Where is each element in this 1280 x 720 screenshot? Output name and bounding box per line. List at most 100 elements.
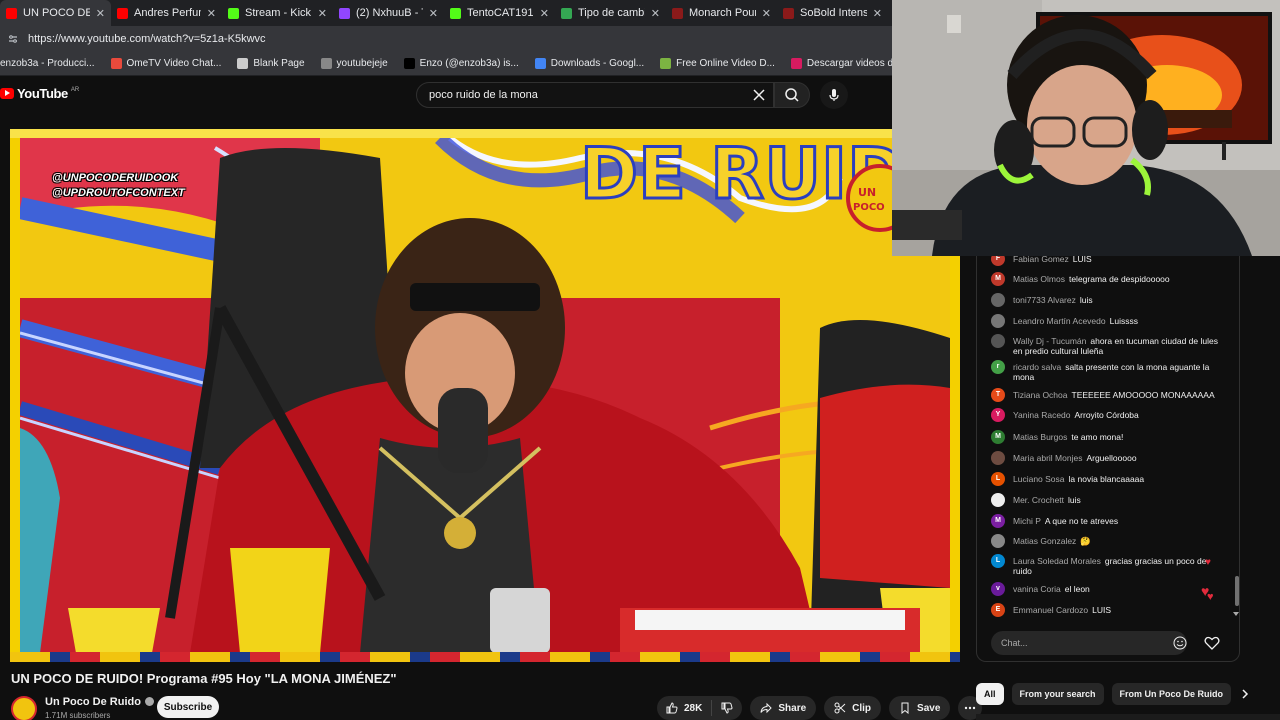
chat-input[interactable]: Chat... [991,631,1187,655]
browser-tab[interactable]: TentoCAT1913 St ✕ [444,0,555,26]
chat-author-name[interactable]: Emmanuel Cardozo [1013,605,1088,615]
chat-author-avatar[interactable]: L [991,472,1005,486]
url-text[interactable]: https://www.youtube.com/watch?v=5z1a-K5k… [28,33,266,45]
clip-button[interactable]: Clip [824,696,882,720]
bookmark-item[interactable]: Blank Page [237,58,305,69]
bookmark-item[interactable]: Enzo (@enzob3a) is... [403,58,519,69]
close-tab-icon[interactable]: ✕ [318,7,327,20]
chat-message[interactable]: M Matias Olmos telegrama de despidooooo [991,272,1223,286]
chat-author-name[interactable]: Mer. Crochett [1013,495,1064,505]
chat-author-name[interactable]: Matias Olmos [1013,274,1065,284]
like-button[interactable]: 28K [657,696,711,720]
chat-author-name[interactable]: Laura Soledad Morales [1013,556,1101,566]
chat-message[interactable]: Leandro Martín Acevedo Luissss [991,314,1223,328]
dislike-button[interactable] [712,696,742,720]
chat-author-name[interactable]: Leandro Martín Acevedo [1013,316,1106,326]
browser-tab[interactable]: SoBold Intense F ✕ [777,0,888,26]
chat-author-avatar[interactable] [991,534,1005,548]
chat-message[interactable]: F Fabian Gomez LUIS [991,256,1223,266]
chat-message[interactable]: v vanina Coria el leon [991,582,1223,596]
share-button[interactable]: Share [750,696,817,720]
chat-scroll-down-arrow[interactable] [1233,612,1239,616]
bookmark-item[interactable]: enzob3a - Producci... [0,58,95,69]
chat-message[interactable]: L Laura Soledad Morales gracias gracias un… [991,554,1223,576]
chat-author-avatar[interactable]: v [991,582,1005,596]
chat-author-avatar[interactable]: M [991,514,1005,528]
chip-from-your-search[interactable]: From your search [1011,683,1104,705]
chat-author-name[interactable]: ricardo salva [1013,362,1061,372]
clear-search-icon[interactable] [750,86,768,104]
chat-author-avatar[interactable] [991,493,1005,507]
chat-message[interactable]: Maria abril Monjes Arguellooooo [991,451,1223,465]
bookmark-item[interactable]: OmeTV Video Chat... [110,58,221,69]
chat-author-name[interactable]: Michi P [1013,516,1041,526]
bookmark-item[interactable]: youtubejeje [320,58,388,69]
browser-tab[interactable]: UN POCO DE ✕ [0,0,111,26]
chip-from-channel[interactable]: From Un Poco De Ruido [1111,683,1232,705]
chat-author-name[interactable]: Luciano Sosa [1013,474,1065,484]
chat-message[interactable]: r ricardo salva salta presente con la mona… [991,360,1223,382]
chat-author-name[interactable]: Tiziana Ochoa [1013,390,1068,400]
close-tab-icon[interactable]: ✕ [762,7,771,20]
chevron-right-icon[interactable] [1239,688,1251,700]
browser-tab[interactable]: (2) NxhuuB - Twi ✕ [333,0,444,26]
channel-name[interactable]: Un Poco De Ruido [45,696,141,708]
chat-author-avatar[interactable]: T [991,388,1005,402]
close-tab-icon[interactable]: ✕ [207,7,216,20]
chat-author-name[interactable]: Wally Dj - Tucumán [1013,336,1086,346]
chat-message[interactable]: Y Yanina Racedo Arroyito Córdoba [991,408,1223,422]
chat-author-avatar[interactable]: M [991,272,1005,286]
bookmark-item[interactable]: Downloads - Googl... [534,58,644,69]
chip-all[interactable]: All [976,683,1004,705]
chat-message[interactable]: T Tiziana Ochoa TEEEEEE AMOOOOO MONAAAAAA [991,388,1223,402]
chat-message[interactable]: L Luciano Sosa la novia blancaaaaa [991,472,1223,486]
search-input[interactable]: poco ruido de la mona [416,82,774,108]
search-button[interactable] [774,82,810,108]
close-tab-icon[interactable]: ✕ [540,7,549,20]
chat-author-avatar[interactable]: E [991,603,1005,617]
chat-message[interactable]: M Michi PA que no te atreves [991,514,1223,528]
chat-author-name[interactable]: Yanina Racedo [1013,410,1071,420]
chat-message[interactable]: E Emmanuel Cardozo LUIS [991,603,1223,617]
chat-author-name[interactable]: toni7733 Alvarez [1013,295,1076,305]
save-button[interactable]: Save [889,696,951,720]
chat-author-avatar[interactable] [991,314,1005,328]
chat-author-avatar[interactable]: r [991,360,1005,374]
bookmark-item[interactable]: Descargar videos de... [790,58,907,69]
chat-message[interactable]: M Matias Burgos te amo mona! [991,430,1223,444]
browser-tab[interactable]: Tipo de cambio ✕ [555,0,666,26]
chat-author-name[interactable]: Fabian Gomez [1013,256,1069,264]
browser-tab[interactable]: Stream - Kick Da ✕ [222,0,333,26]
site-info-icon[interactable] [8,34,18,44]
chat-scrollbar-thumb[interactable] [1235,576,1239,606]
close-tab-icon[interactable]: ✕ [429,7,438,20]
chat-author-name[interactable]: Maria abril Monjes [1013,453,1082,463]
subscribe-button[interactable]: Subscribe [157,696,219,718]
chat-author-avatar[interactable]: F [991,256,1005,266]
voice-search-button[interactable] [820,81,848,109]
channel-avatar[interactable] [11,696,37,720]
chat-author-avatar[interactable]: Y [991,408,1005,422]
chat-author-avatar[interactable] [991,334,1005,348]
chat-author-name[interactable]: Matias Burgos [1013,432,1067,442]
video-player[interactable]: DE RUIDO UN POCO @UNPOCODERUIDOOK @UPDRO… [10,129,960,662]
chat-message[interactable]: Wally Dj - Tucumán ahora en tucuman ciuda… [991,334,1223,356]
chat-author-name[interactable]: vanina Coria [1013,584,1061,594]
chat-author-avatar[interactable]: L [991,554,1005,568]
close-tab-icon[interactable]: ✕ [651,7,660,20]
chat-message[interactable]: toni7733 Alvarez luis [991,293,1223,307]
chat-author-avatar[interactable] [991,451,1005,465]
heart-reaction-button-icon[interactable] [1203,634,1221,652]
close-tab-icon[interactable]: ✕ [96,7,105,20]
chat-message[interactable]: Mer. Crochett luis [991,493,1223,507]
chat-message[interactable]: Matias Gonzalez 🤔 [991,534,1223,548]
recommendation-preview[interactable] [976,714,1280,720]
emoji-icon[interactable] [1173,636,1187,650]
chat-author-avatar[interactable]: M [991,430,1005,444]
chat-message-list[interactable]: F Fabian Gomez LUIS M Matias Olmos telegrama … [991,256,1223,626]
channel-name-container[interactable]: Un Poco De Ruido [45,696,154,708]
chat-author-avatar[interactable] [991,293,1005,307]
browser-tab[interactable]: Andres Perfume ✕ [111,0,222,26]
youtube-logo[interactable]: YouTube AR [0,86,79,101]
chat-author-name[interactable]: Matias Gonzalez [1013,536,1076,546]
